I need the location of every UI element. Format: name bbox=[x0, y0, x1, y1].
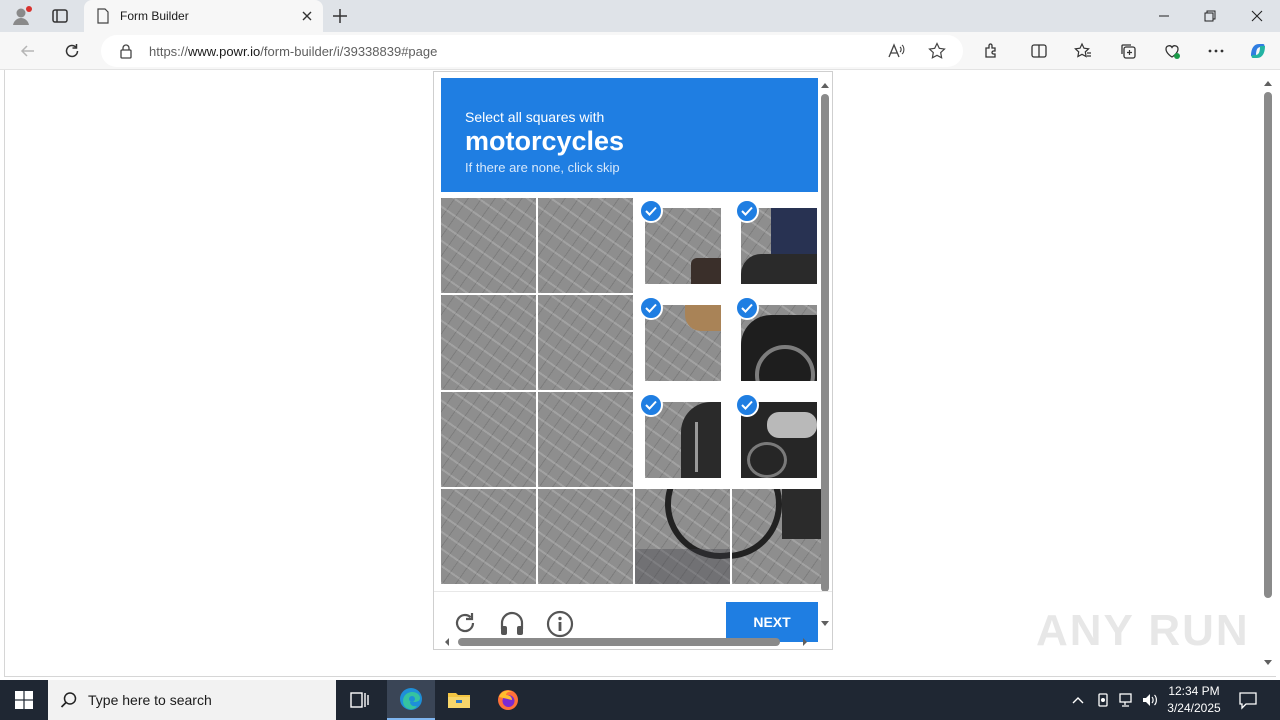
edge-taskbar-icon[interactable] bbox=[387, 680, 435, 720]
captcha-tile-r2-c0[interactable] bbox=[441, 392, 536, 487]
captcha-tile-r1-c3[interactable] bbox=[732, 295, 827, 390]
url-text[interactable]: https://www.powr.io/form-builder/i/39338… bbox=[149, 44, 437, 59]
captcha-instruction: Select all squares with bbox=[465, 109, 605, 125]
browser-essentials-icon[interactable] bbox=[1158, 37, 1186, 65]
split-screen-icon[interactable] bbox=[1025, 37, 1053, 65]
captcha-tile-r1-c1[interactable] bbox=[538, 295, 633, 390]
read-aloud-icon[interactable] bbox=[887, 42, 905, 65]
browser-tab-strip: Form Builder bbox=[0, 0, 1280, 32]
watermark: ANY RUN bbox=[1036, 606, 1250, 655]
captcha-tile-r3-c1[interactable] bbox=[538, 489, 633, 584]
favorites-icon[interactable] bbox=[1069, 37, 1097, 65]
extensions-icon[interactable] bbox=[977, 37, 1005, 65]
captcha-tile-r0-c2[interactable] bbox=[635, 198, 730, 293]
captcha-tile-r1-c0[interactable] bbox=[441, 295, 536, 390]
clock-date: 3/24/2025 bbox=[1167, 701, 1221, 715]
close-tab-icon[interactable] bbox=[300, 9, 314, 28]
close-window-button[interactable] bbox=[1234, 0, 1280, 32]
taskbar-search[interactable]: Type here to search bbox=[48, 680, 336, 720]
captcha-tile-r2-c3[interactable] bbox=[732, 392, 827, 487]
captcha-tile-r3-c2[interactable] bbox=[635, 489, 730, 584]
tab-form-builder[interactable]: Form Builder bbox=[84, 0, 323, 32]
device-icon[interactable] bbox=[1095, 692, 1111, 713]
captcha-hint: If there are none, click skip bbox=[465, 160, 620, 175]
lock-icon[interactable] bbox=[119, 43, 133, 64]
show-hidden-icons[interactable] bbox=[1070, 692, 1086, 713]
notifications-icon[interactable] bbox=[1238, 690, 1258, 715]
address-bar[interactable]: https://www.powr.io/form-builder/i/39338… bbox=[101, 35, 963, 67]
captcha-tile-r0-c3[interactable] bbox=[732, 198, 827, 293]
captcha-tile-r2-c2[interactable] bbox=[635, 392, 730, 487]
system-clock[interactable]: 12:34 PM 3/24/2025 bbox=[1160, 683, 1228, 717]
profile-icon[interactable] bbox=[10, 5, 32, 27]
search-placeholder: Type here to search bbox=[88, 692, 212, 708]
copilot-icon[interactable] bbox=[1244, 37, 1272, 65]
more-options-icon[interactable] bbox=[1202, 37, 1230, 65]
search-icon bbox=[60, 691, 78, 714]
page-scrollbar[interactable] bbox=[1261, 72, 1275, 672]
checkmark-icon bbox=[735, 393, 759, 417]
task-view-icon[interactable] bbox=[336, 680, 384, 720]
refresh-icon[interactable] bbox=[58, 37, 86, 65]
captcha-tile-r2-c1[interactable] bbox=[538, 392, 633, 487]
captcha-scrollbar[interactable] bbox=[819, 80, 831, 634]
captcha-tile-r3-c0[interactable] bbox=[441, 489, 536, 584]
new-tab-icon[interactable] bbox=[330, 6, 350, 26]
clock-time: 12:34 PM bbox=[1168, 684, 1220, 698]
checkmark-icon bbox=[639, 393, 663, 417]
minimize-button[interactable] bbox=[1141, 0, 1187, 32]
checkmark-icon bbox=[735, 296, 759, 320]
volume-icon[interactable] bbox=[1141, 692, 1159, 713]
restore-button[interactable] bbox=[1187, 0, 1233, 32]
scroll-down-arrow-icon[interactable] bbox=[820, 618, 830, 628]
tab-title: Form Builder bbox=[120, 9, 189, 23]
captcha-tile-r0-c0[interactable] bbox=[441, 198, 536, 293]
captcha-challenge: Select all squares with motorcycles If t… bbox=[433, 71, 833, 650]
firefox-icon[interactable] bbox=[484, 680, 532, 720]
page-icon bbox=[96, 8, 110, 29]
checkmark-icon bbox=[639, 199, 663, 223]
page-divider bbox=[4, 676, 1276, 677]
start-button[interactable] bbox=[0, 680, 48, 720]
captcha-horizontal-scrollbar[interactable] bbox=[442, 635, 812, 647]
taskbar: Type here to search 12:34 PM 3/24/2025 bbox=[0, 680, 1280, 720]
tab-actions-icon[interactable] bbox=[50, 6, 70, 26]
file-explorer-icon[interactable] bbox=[435, 680, 483, 720]
browser-toolbar: https://www.powr.io/form-builder/i/39338… bbox=[0, 32, 1280, 70]
collections-icon[interactable] bbox=[1114, 37, 1142, 65]
checkmark-icon bbox=[735, 199, 759, 223]
captcha-banner: Select all squares with motorcycles If t… bbox=[441, 78, 818, 192]
page-divider bbox=[4, 70, 5, 676]
captcha-tile-r1-c2[interactable] bbox=[635, 295, 730, 390]
back-icon[interactable] bbox=[14, 37, 42, 65]
network-icon[interactable] bbox=[1118, 692, 1136, 713]
captcha-tile-r3-c3[interactable] bbox=[732, 489, 827, 584]
captcha-tile-r0-c1[interactable] bbox=[538, 198, 633, 293]
captcha-target: motorcycles bbox=[465, 126, 625, 156]
favorite-star-icon[interactable] bbox=[928, 42, 946, 65]
checkmark-icon bbox=[639, 296, 663, 320]
